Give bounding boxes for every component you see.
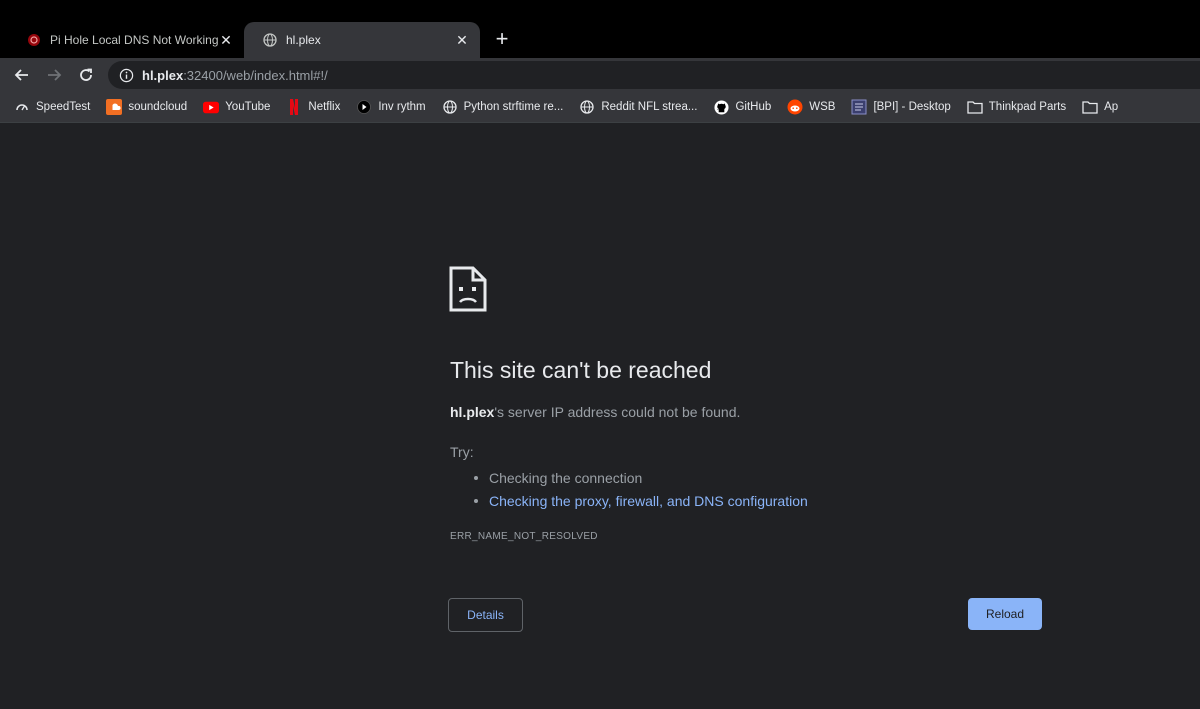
new-tab-button[interactable]: +	[490, 28, 514, 52]
error-heading: This site can't be reached	[450, 357, 712, 383]
bookmark-label: YouTube	[225, 101, 271, 113]
list-item: Checking the connection	[474, 466, 808, 489]
bookmark-github[interactable]: GitHub	[713, 99, 771, 115]
tab-title: Pi Hole Local DNS Not Working	[50, 33, 218, 47]
error-description: hl.plex's server IP address could not be…	[450, 404, 740, 420]
arrow-left-icon	[14, 69, 28, 81]
rythm-icon	[356, 99, 372, 115]
reload-button[interactable]	[74, 63, 98, 87]
bookmarks-bar: SpeedTest soundcloud YouTube Netflix Inv…	[0, 92, 1200, 123]
forward-button[interactable]	[42, 63, 66, 87]
list-item: Checking the proxy, firewall, and DNS co…	[474, 489, 808, 512]
speedtest-icon	[14, 99, 30, 115]
reload-page-button[interactable]: Reload	[968, 598, 1042, 630]
bookmark-label: Thinkpad Parts	[988, 101, 1067, 113]
github-icon	[713, 99, 729, 115]
bookmark-label: Ap	[1104, 101, 1119, 113]
bookmark-speedtest[interactable]: SpeedTest	[14, 99, 90, 115]
bookmark-wsb[interactable]: WSB	[787, 99, 835, 115]
globe-icon	[579, 99, 595, 115]
folder-icon	[967, 99, 983, 115]
error-code: ERR_NAME_NOT_RESOLVED	[450, 531, 598, 542]
tab-pihole[interactable]: Pi Hole Local DNS Not Working ✕	[8, 22, 244, 58]
address-bar[interactable]: hl.plex:32400/web/index.html#!/	[108, 61, 1200, 89]
suggestion-list: Checking the connection Checking the pro…	[474, 466, 808, 512]
bookmark-inv-rythm[interactable]: Inv rythm	[356, 99, 426, 115]
try-label: Try:	[450, 444, 474, 460]
bookmark-label: Inv rythm	[378, 101, 426, 113]
bullet	[474, 498, 478, 503]
globe-icon	[442, 99, 458, 115]
tab-hl-plex[interactable]: hl.plex ✕	[244, 22, 480, 58]
bookmark-label: [BPI] - Desktop	[873, 101, 951, 113]
bookmark-label: Reddit NFL strea...	[601, 101, 698, 113]
bullet	[474, 475, 478, 480]
folder-icon	[1082, 99, 1098, 115]
bookmark-label: GitHub	[735, 101, 772, 113]
refresh-icon	[80, 68, 92, 81]
arrow-right-icon	[48, 69, 62, 81]
close-icon[interactable]: ✕	[454, 32, 470, 48]
youtube-icon	[203, 99, 220, 115]
bookmark-label: WSB	[809, 101, 836, 113]
sad-page-icon	[448, 265, 488, 313]
error-description-text: 's server IP address could not be found.	[494, 404, 741, 420]
bookmark-label: soundcloud	[128, 101, 188, 113]
tab-title: hl.plex	[286, 33, 321, 47]
page-icon	[851, 99, 867, 115]
suggestion-connection: Checking the connection	[489, 469, 643, 486]
bookmark-python-strftime[interactable]: Python strftime re...	[442, 99, 564, 115]
netflix-icon	[286, 99, 302, 115]
url-path: :32400/web/index.html#!/	[183, 67, 328, 83]
bookmark-folder-ap[interactable]: Ap	[1082, 99, 1118, 115]
pihole-icon	[26, 32, 42, 48]
bookmark-label: Netflix	[308, 101, 341, 113]
reddit-icon	[787, 99, 803, 115]
close-icon[interactable]: ✕	[218, 32, 234, 48]
url-host: hl.plex	[142, 67, 184, 83]
error-host: hl.plex	[450, 404, 495, 420]
details-button[interactable]: Details	[448, 598, 523, 632]
bookmark-netflix[interactable]: Netflix	[286, 99, 340, 115]
bookmark-folder-thinkpad[interactable]: Thinkpad Parts	[967, 99, 1066, 115]
bookmark-label: Python strftime re...	[463, 101, 564, 113]
bookmark-bpi-desktop[interactable]: [BPI] - Desktop	[851, 99, 951, 115]
globe-icon	[262, 32, 278, 48]
suggestion-proxy-link[interactable]: Checking the proxy, firewall, and DNS co…	[489, 493, 808, 509]
soundcloud-icon	[106, 99, 123, 115]
back-button[interactable]	[10, 63, 34, 87]
browser-toolbar: hl.plex:32400/web/index.html#!/	[0, 58, 1200, 92]
error-page: This site can't be reached hl.plex's ser…	[0, 123, 1200, 709]
bookmark-label: SpeedTest	[36, 101, 91, 113]
tab-strip: Pi Hole Local DNS Not Working ✕ hl.plex …	[0, 0, 1200, 58]
bookmark-youtube[interactable]: YouTube	[203, 99, 270, 115]
bookmark-reddit-nfl[interactable]: Reddit NFL strea...	[579, 99, 697, 115]
bookmark-soundcloud[interactable]: soundcloud	[106, 99, 187, 115]
info-icon[interactable]	[118, 67, 134, 83]
